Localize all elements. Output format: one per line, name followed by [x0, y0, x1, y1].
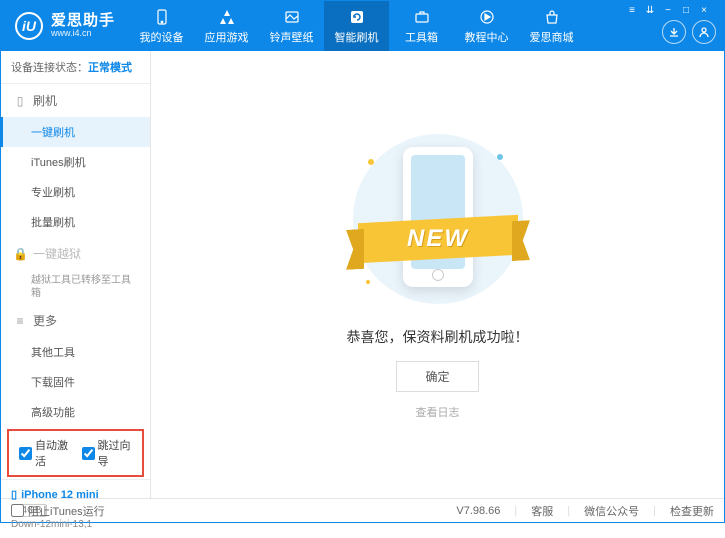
success-message: 恭喜您，保资料刷机成功啦！ — [347, 327, 529, 347]
main-nav: 我的设备 应用游戏 铃声壁纸 智能刷机 工具箱 教程中心 爱思商城 — [129, 1, 584, 51]
service-link[interactable]: 客服 — [531, 503, 553, 519]
sidebar-advanced[interactable]: 高级功能 — [1, 397, 150, 427]
options-row: 自动激活 跳过向导 — [7, 429, 144, 477]
app-url: www.i4.cn — [51, 29, 115, 39]
phone-icon — [153, 8, 171, 26]
sidebar-other-tools[interactable]: 其他工具 — [1, 337, 150, 367]
flash-icon — [348, 8, 366, 26]
tutorial-icon — [478, 8, 496, 26]
store-icon — [543, 8, 561, 26]
connection-status: 设备连接状态：正常模式 — [1, 51, 150, 84]
version-label: V7.98.66 — [456, 505, 500, 517]
sidebar-flash-category[interactable]: ▯ 刷机 — [1, 84, 150, 117]
sidebar-download-firmware[interactable]: 下载固件 — [1, 367, 150, 397]
user-button[interactable] — [692, 20, 716, 44]
maximize-icon[interactable]: □ — [678, 5, 694, 16]
sidebar-batch-flash[interactable]: 批量刷机 — [1, 207, 150, 237]
auto-activate-checkbox[interactable]: 自动激活 — [19, 437, 70, 469]
sidebar-oneclick-flash[interactable]: 一键刷机 — [1, 117, 150, 147]
logo-area: iU 爱思助手 www.i4.cn — [1, 12, 129, 40]
jailbreak-note: 越狱工具已转移至工具箱 — [1, 270, 150, 304]
window-controls: ≡ ⇊ − □ × — [624, 5, 712, 16]
sidebar-itunes-flash[interactable]: iTunes刷机 — [1, 147, 150, 177]
download-button[interactable] — [662, 20, 686, 44]
nav-store[interactable]: 爱思商城 — [519, 1, 584, 51]
apps-icon — [218, 8, 236, 26]
app-title: 爱思助手 — [51, 13, 115, 30]
lock-icon[interactable]: ⇊ — [642, 5, 658, 16]
nav-my-device[interactable]: 我的设备 — [129, 1, 194, 51]
lock-small-icon: 🔒 — [13, 247, 27, 261]
nav-toolbox[interactable]: 工具箱 — [389, 1, 454, 51]
phone-small-icon: ▯ — [13, 94, 27, 108]
nav-ringtones[interactable]: 铃声壁纸 — [259, 1, 324, 51]
sidebar-pro-flash[interactable]: 专业刷机 — [1, 177, 150, 207]
toolbox-icon — [413, 8, 431, 26]
view-log-link[interactable]: 查看日志 — [416, 404, 460, 420]
nav-apps[interactable]: 应用游戏 — [194, 1, 259, 51]
wechat-link[interactable]: 微信公众号 — [584, 503, 639, 519]
main-content: NEW 恭喜您，保资料刷机成功啦！ 确定 查看日志 — [151, 51, 724, 498]
logo-icon: iU — [15, 12, 43, 40]
nav-tutorials[interactable]: 教程中心 — [454, 1, 519, 51]
sidebar-more-category[interactable]: ≡ 更多 — [1, 304, 150, 337]
success-illustration: NEW — [348, 129, 528, 309]
device-phone-icon: ▯ — [11, 488, 17, 501]
device-name[interactable]: ▯iPhone 12 mini — [11, 488, 140, 501]
app-header: iU 爱思助手 www.i4.cn 我的设备 应用游戏 铃声壁纸 智能刷机 工具… — [1, 1, 724, 51]
minimize-icon[interactable]: − — [660, 5, 676, 16]
sidebar-jailbreak-category: 🔒 一键越狱 — [1, 237, 150, 270]
check-update-link[interactable]: 检查更新 — [670, 503, 714, 519]
skip-guide-checkbox[interactable]: 跳过向导 — [82, 437, 133, 469]
ok-button[interactable]: 确定 — [396, 361, 478, 392]
device-firmware: Down-12mini-13,1 — [11, 519, 140, 530]
wallpaper-icon — [283, 8, 301, 26]
nav-flash[interactable]: 智能刷机 — [324, 1, 389, 51]
close-icon[interactable]: × — [696, 5, 712, 16]
new-ribbon: NEW — [358, 215, 518, 263]
block-itunes-checkbox[interactable]: 阻止iTunes运行 — [11, 503, 105, 519]
menu-icon[interactable]: ≡ — [624, 5, 640, 16]
sidebar: 设备连接状态：正常模式 ▯ 刷机 一键刷机 iTunes刷机 专业刷机 批量刷机… — [1, 51, 151, 498]
more-icon: ≡ — [13, 314, 27, 328]
